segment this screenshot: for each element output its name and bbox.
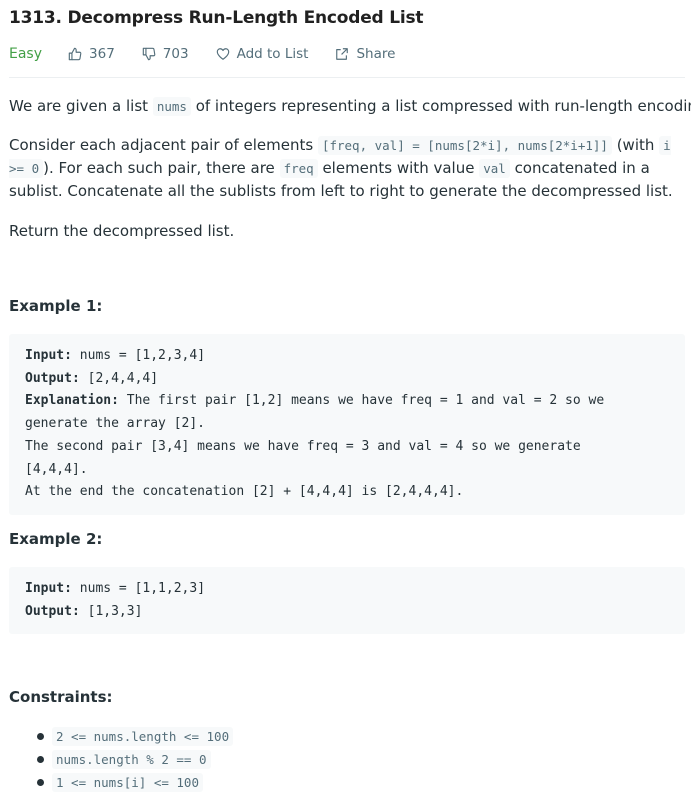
description-paragraph-2: Consider each adjacent pair of elements … — [9, 134, 685, 203]
inline-code: nums — [152, 97, 191, 116]
text-fragment: ). For each such pair, there are — [43, 159, 280, 177]
explanation-label: Explanation: — [25, 393, 119, 409]
text-fragment: of integers representing a list compress… — [190, 97, 691, 115]
text-fragment: (with — [611, 136, 660, 154]
bullet-icon — [37, 779, 44, 786]
constraint-code: nums.length % 2 == 0 — [52, 750, 211, 769]
input-label: Input: — [25, 581, 72, 596]
input-value: nums = [1,1,2,3] — [71, 581, 206, 596]
output-label: Output: — [25, 603, 80, 619]
difficulty-badge: Easy — [9, 46, 43, 62]
text-fragment: Consider each adjacent pair of elements — [9, 136, 318, 154]
like-count: 367 — [89, 46, 115, 62]
description-paragraph-3: Return the decompressed list. — [9, 222, 235, 240]
example-2-heading: Example 2: — [9, 530, 103, 548]
constraint-item: 1 <= nums[i] <= 100 — [9, 771, 233, 794]
example-1-heading: Example 1: — [9, 297, 103, 315]
share-icon — [336, 48, 349, 60]
constraints-heading: Constraints: — [9, 688, 113, 706]
input-value: nums = [1,2,3,4] — [71, 348, 206, 363]
like-button[interactable]: 367 — [68, 46, 115, 62]
constraints-list: 2 <= nums.length <= 100 nums.length % 2 … — [9, 725, 234, 794]
example-2-block: Input: nums = [1,1,2,3] Output: [1,3,3] — [9, 567, 685, 634]
heart-icon — [216, 48, 229, 60]
output-label: Output: — [25, 370, 80, 386]
text-fragment: We are given a list — [9, 97, 153, 115]
bullet-icon — [37, 733, 44, 740]
output-value: [1,3,3] — [79, 603, 143, 619]
output-value: [2,4,4,4] — [79, 370, 159, 386]
inline-code: [freq, val] = [nums[2*i], nums[2*i+1]] — [317, 136, 612, 155]
explanation-line: [4,4,4]. — [25, 461, 88, 477]
dislike-button[interactable]: 703 — [142, 46, 189, 62]
constraint-code: 1 <= nums[i] <= 100 — [52, 773, 203, 792]
description-paragraph-1: We are given a list nums of integers rep… — [9, 95, 691, 118]
explanation-line: The second pair [3,4] means we have freq… — [25, 438, 581, 454]
problem-meta-row: Easy 367 703 Add to List Share — [9, 44, 422, 64]
explanation-line: The first pair [1,2] means we have freq … — [118, 393, 605, 409]
constraint-item: nums.length % 2 == 0 — [9, 748, 233, 771]
header-divider — [9, 77, 685, 78]
constraint-code: 2 <= nums.length <= 100 — [52, 727, 234, 746]
thumbs-down-icon — [142, 47, 156, 61]
thumbs-up-icon — [68, 47, 82, 61]
inline-code: val — [479, 159, 510, 178]
constraint-item: 2 <= nums.length <= 100 — [9, 725, 234, 748]
inline-code: freq — [279, 159, 318, 178]
input-label: Input: — [25, 348, 72, 363]
add-to-list-label: Add to List — [236, 46, 309, 62]
example-1-block: Input: nums = [1,2,3,4] Output: [2,4,4,4… — [9, 334, 685, 515]
add-to-list-button[interactable]: Add to List — [216, 46, 309, 62]
share-button[interactable]: Share — [335, 46, 395, 62]
text-fragment: elements with value — [317, 159, 480, 177]
explanation-line: At the end the concatenation [2] + [4,4,… — [25, 484, 464, 500]
problem-title: 1313. Decompress Run-Length Encoded List — [9, 8, 424, 28]
bullet-icon — [37, 756, 44, 763]
share-label: Share — [356, 46, 396, 62]
dislike-count: 703 — [162, 46, 189, 62]
explanation-line: generate the array [2]. — [25, 416, 206, 432]
